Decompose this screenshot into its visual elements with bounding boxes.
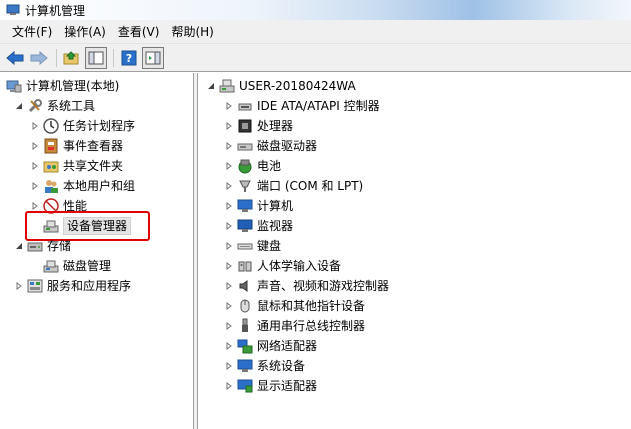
mouse-icon <box>237 298 253 314</box>
expand-arrow-icon[interactable] <box>224 121 234 131</box>
device-category-ide[interactable]: IDE ATA/ATAPI 控制器 <box>224 96 380 116</box>
network-adapter-icon <box>237 338 253 354</box>
speaker-icon <box>237 278 253 294</box>
help-button[interactable]: ? <box>118 47 140 69</box>
device-tree-root[interactable]: USER-20180424WA <box>206 76 356 96</box>
title-bar: 计算机管理 <box>0 0 631 20</box>
system-device-icon <box>237 358 253 374</box>
properties-button[interactable] <box>142 46 164 69</box>
help-icon: ? <box>121 50 137 65</box>
computer-management-icon <box>6 4 20 15</box>
disk-management-icon <box>43 258 59 274</box>
disk-drive-icon <box>237 138 253 154</box>
menu-file[interactable]: 文件(F) <box>6 20 58 44</box>
collapse-arrow-icon[interactable] <box>14 101 24 111</box>
expand-arrow-icon[interactable] <box>224 301 234 311</box>
event-viewer-icon <box>43 138 59 154</box>
device-category-mice[interactable]: 鼠标和其他指针设备 <box>224 296 365 316</box>
expand-arrow-icon[interactable] <box>224 361 234 371</box>
tree-item-storage[interactable]: 存储 <box>14 236 71 256</box>
expand-arrow-icon[interactable] <box>30 161 40 171</box>
expand-arrow-icon[interactable] <box>30 121 40 131</box>
tree-item-system-tools[interactable]: 系统工具 <box>14 96 95 116</box>
expand-arrow-icon[interactable] <box>224 101 234 111</box>
expand-arrow-icon[interactable] <box>224 201 234 211</box>
tree-item-local-users-groups[interactable]: 本地用户和组 <box>30 176 135 196</box>
expand-arrow-icon[interactable] <box>224 281 234 291</box>
toolbar: ? <box>0 44 631 72</box>
back-button[interactable] <box>4 47 26 69</box>
properties-icon <box>145 51 161 64</box>
device-category-sound[interactable]: 声音、视频和游戏控制器 <box>224 276 389 296</box>
expand-arrow-icon[interactable] <box>224 181 234 191</box>
expand-arrow-icon[interactable] <box>14 281 24 291</box>
expand-arrow-icon[interactable] <box>224 161 234 171</box>
show-hide-tree-button[interactable] <box>85 46 107 69</box>
device-category-monitors[interactable]: 监视器 <box>224 216 293 236</box>
tree-item-disk-management[interactable]: 磁盘管理 <box>43 256 111 276</box>
tree-item-services-applications[interactable]: 服务和应用程序 <box>14 276 131 296</box>
computer-icon <box>219 78 235 94</box>
svg-text:?: ? <box>126 52 132 65</box>
device-category-ports[interactable]: 端口 (COM 和 LPT) <box>224 176 363 196</box>
device-category-system[interactable]: 系统设备 <box>224 356 305 376</box>
expand-arrow-icon[interactable] <box>224 321 234 331</box>
clock-icon <box>43 118 59 134</box>
expand-arrow-icon[interactable] <box>224 221 234 231</box>
device-category-computer[interactable]: 计算机 <box>224 196 293 216</box>
expand-arrow-icon[interactable] <box>224 261 234 271</box>
storage-icon <box>27 238 43 254</box>
battery-icon <box>237 158 253 174</box>
device-category-hid[interactable]: 人体学输入设备 <box>224 256 341 276</box>
menu-bar: 文件(F) 操作(A) 查看(V) 帮助(H) <box>0 20 631 44</box>
menu-view[interactable]: 查看(V) <box>112 20 166 44</box>
hid-icon <box>237 258 253 274</box>
device-category-display[interactable]: 显示适配器 <box>224 376 317 396</box>
ide-controller-icon <box>237 98 253 114</box>
expand-arrow-icon[interactable] <box>30 141 40 151</box>
tree-item-computer-management[interactable]: 计算机管理(本地) <box>6 76 119 96</box>
users-icon <box>43 178 59 194</box>
forward-button[interactable] <box>28 47 50 69</box>
back-arrow-icon <box>6 50 24 65</box>
device-category-usb[interactable]: 通用串行总线控制器 <box>224 316 365 336</box>
tree-item-shared-folders[interactable]: 共享文件夹 <box>30 156 123 176</box>
computer-management-icon <box>6 78 22 94</box>
device-category-processor[interactable]: 处理器 <box>224 116 293 136</box>
expand-arrow-icon[interactable] <box>224 381 234 391</box>
menu-help[interactable]: 帮助(H) <box>165 20 219 44</box>
display-adapter-icon <box>237 378 253 394</box>
menu-action[interactable]: 操作(A) <box>58 20 112 44</box>
toolbar-separator <box>56 48 57 67</box>
usb-icon <box>237 318 253 334</box>
device-category-battery[interactable]: 电池 <box>224 156 281 176</box>
shared-folder-icon <box>43 158 59 174</box>
keyboard-icon <box>237 238 253 254</box>
tree-item-event-viewer[interactable]: 事件查看器 <box>30 136 123 156</box>
collapse-arrow-icon[interactable] <box>14 241 24 251</box>
device-category-disk-drives[interactable]: 磁盘驱动器 <box>224 136 317 156</box>
forward-arrow-icon <box>30 50 48 65</box>
processor-icon <box>237 118 253 134</box>
device-category-network[interactable]: 网络适配器 <box>224 336 317 356</box>
expand-arrow-icon[interactable] <box>224 341 234 351</box>
up-folder-icon <box>63 50 79 64</box>
show-hide-tree-icon <box>88 51 104 64</box>
tree-item-task-scheduler[interactable]: 任务计划程序 <box>30 116 135 136</box>
expand-arrow-icon[interactable] <box>30 201 40 211</box>
device-category-keyboards[interactable]: 键盘 <box>224 236 281 256</box>
collapse-arrow-icon[interactable] <box>206 81 216 91</box>
tools-icon <box>27 98 43 114</box>
up-level-button[interactable] <box>61 47 83 69</box>
toolbar-separator <box>113 48 114 67</box>
port-icon <box>237 178 253 194</box>
expand-arrow-icon[interactable] <box>224 241 234 251</box>
expand-arrow-icon[interactable] <box>224 141 234 151</box>
services-icon <box>27 278 43 294</box>
window-title: 计算机管理 <box>25 3 86 18</box>
expand-arrow-icon[interactable] <box>30 181 40 191</box>
computer-icon <box>237 198 253 214</box>
monitor-icon <box>237 218 253 234</box>
